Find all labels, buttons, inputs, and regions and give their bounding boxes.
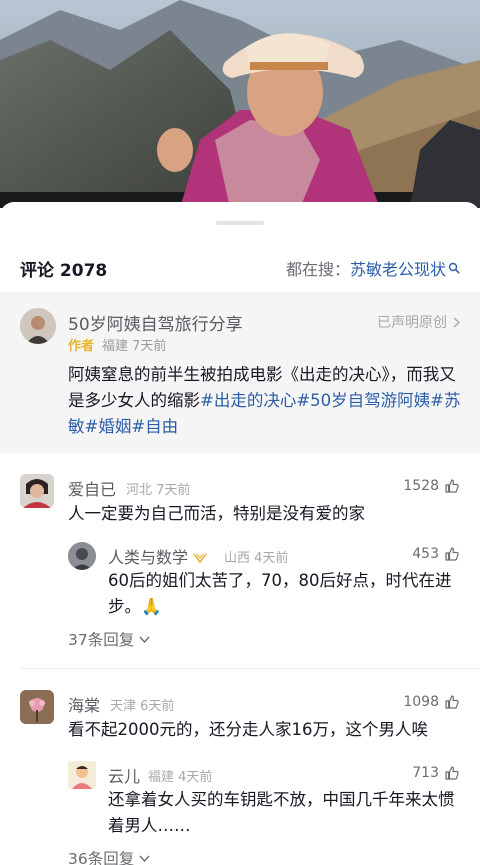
comment-meta: 山西 4天前 [224, 551, 289, 566]
like-count: 1528 [403, 478, 439, 494]
thumbs-up-icon [445, 695, 459, 709]
author-post-text: 阿姨窒息的前半生被拍成电影《出走的决心》，而我又是多少女人的缩影#出走的决心#5… [68, 362, 464, 440]
video-frame-image [0, 0, 480, 208]
badge-icon [193, 553, 207, 563]
comment-meta: 福建 4天前 [148, 770, 213, 785]
search-term[interactable]: 苏敏老公现状 [350, 256, 446, 280]
comment-meta: 天津 6天前 [110, 699, 175, 714]
search-icon [448, 262, 460, 274]
commenter-name[interactable]: 爱自已 [68, 476, 116, 500]
avatar[interactable] [20, 474, 54, 508]
chevron-right-icon [453, 316, 460, 328]
author-meta: 福建 7天前 [102, 339, 167, 354]
like-button[interactable]: 1528 [403, 478, 460, 494]
author-name[interactable]: 50岁阿姨自驾旅行分享 [68, 310, 243, 335]
commenter-name[interactable]: 人类与数学 [108, 544, 208, 568]
like-button[interactable]: 1098 [403, 694, 460, 710]
like-count: 453 [412, 546, 439, 562]
comment-meta: 河北 7天前 [126, 483, 191, 498]
reply-name: 人类与数学 [108, 548, 189, 567]
thumbs-up-icon [445, 479, 459, 493]
avatar[interactable] [20, 308, 56, 344]
comment-count: 评论 2078 [20, 261, 108, 281]
comments-sheet: 评论 2078 都在搜： 苏敏老公现状 50岁阿姨自驾旅行分享 已声明原创 作者… [0, 202, 480, 865]
declare-label: 已声明原创 [377, 315, 447, 331]
thumbs-up-icon [445, 766, 459, 780]
author-post: 50岁阿姨自驾旅行分享 已声明原创 作者 福建 7天前 阿姨窒息的前半生被拍成电… [0, 292, 480, 454]
comment-text: 看不起2000元的，还分走人家16万，这个男人唉 [68, 720, 428, 739]
more-replies-label: 36条回复 [68, 850, 135, 865]
hashtag-link[interactable]: #出走的决心 [200, 391, 296, 410]
like-count: 1098 [403, 694, 439, 710]
chevron-down-icon [139, 855, 150, 862]
commenter-name[interactable]: 海棠 [68, 692, 100, 716]
reply-text: 60后的姐们太苦了，70，80后好点，时代在进步。🙏 [108, 571, 452, 616]
more-replies-label: 37条回复 [68, 631, 135, 649]
original-declaration-link[interactable]: 已声明原创 [377, 312, 460, 332]
hashtag-link[interactable]: #50岁自驾游阿姨 [296, 391, 430, 410]
drag-handle[interactable] [216, 221, 264, 225]
thumbs-up-icon [445, 547, 459, 561]
avatar[interactable] [68, 761, 96, 789]
avatar[interactable] [20, 690, 54, 724]
hashtag-link[interactable]: #婚姻 [85, 417, 132, 436]
search-prefix: 都在搜： [285, 260, 350, 279]
expand-replies-button[interactable]: 36条回复 [68, 847, 150, 865]
like-count: 713 [412, 765, 439, 781]
chevron-down-icon [139, 636, 150, 643]
hashtag-link[interactable]: #自由 [131, 417, 178, 436]
video-player[interactable] [0, 0, 480, 208]
commenter-name[interactable]: 云儿 [108, 763, 140, 787]
author-tag: 作者 [68, 339, 95, 354]
related-search-link[interactable]: 都在搜： 苏敏老公现状 [286, 256, 460, 280]
divider [20, 668, 480, 669]
like-button[interactable]: 713 [412, 765, 460, 781]
avatar[interactable] [68, 542, 96, 570]
comment-text: 人一定要为自己而活，特别是没有爱的家 [68, 504, 365, 523]
like-button[interactable]: 453 [412, 546, 460, 562]
comments-header: 评论 2078 都在搜： 苏敏老公现状 [0, 246, 480, 286]
reply-text: 还拿着女人买的车钥匙不放，中国几千年来太惯着男人…… [108, 790, 455, 835]
expand-replies-button[interactable]: 37条回复 [68, 628, 150, 650]
